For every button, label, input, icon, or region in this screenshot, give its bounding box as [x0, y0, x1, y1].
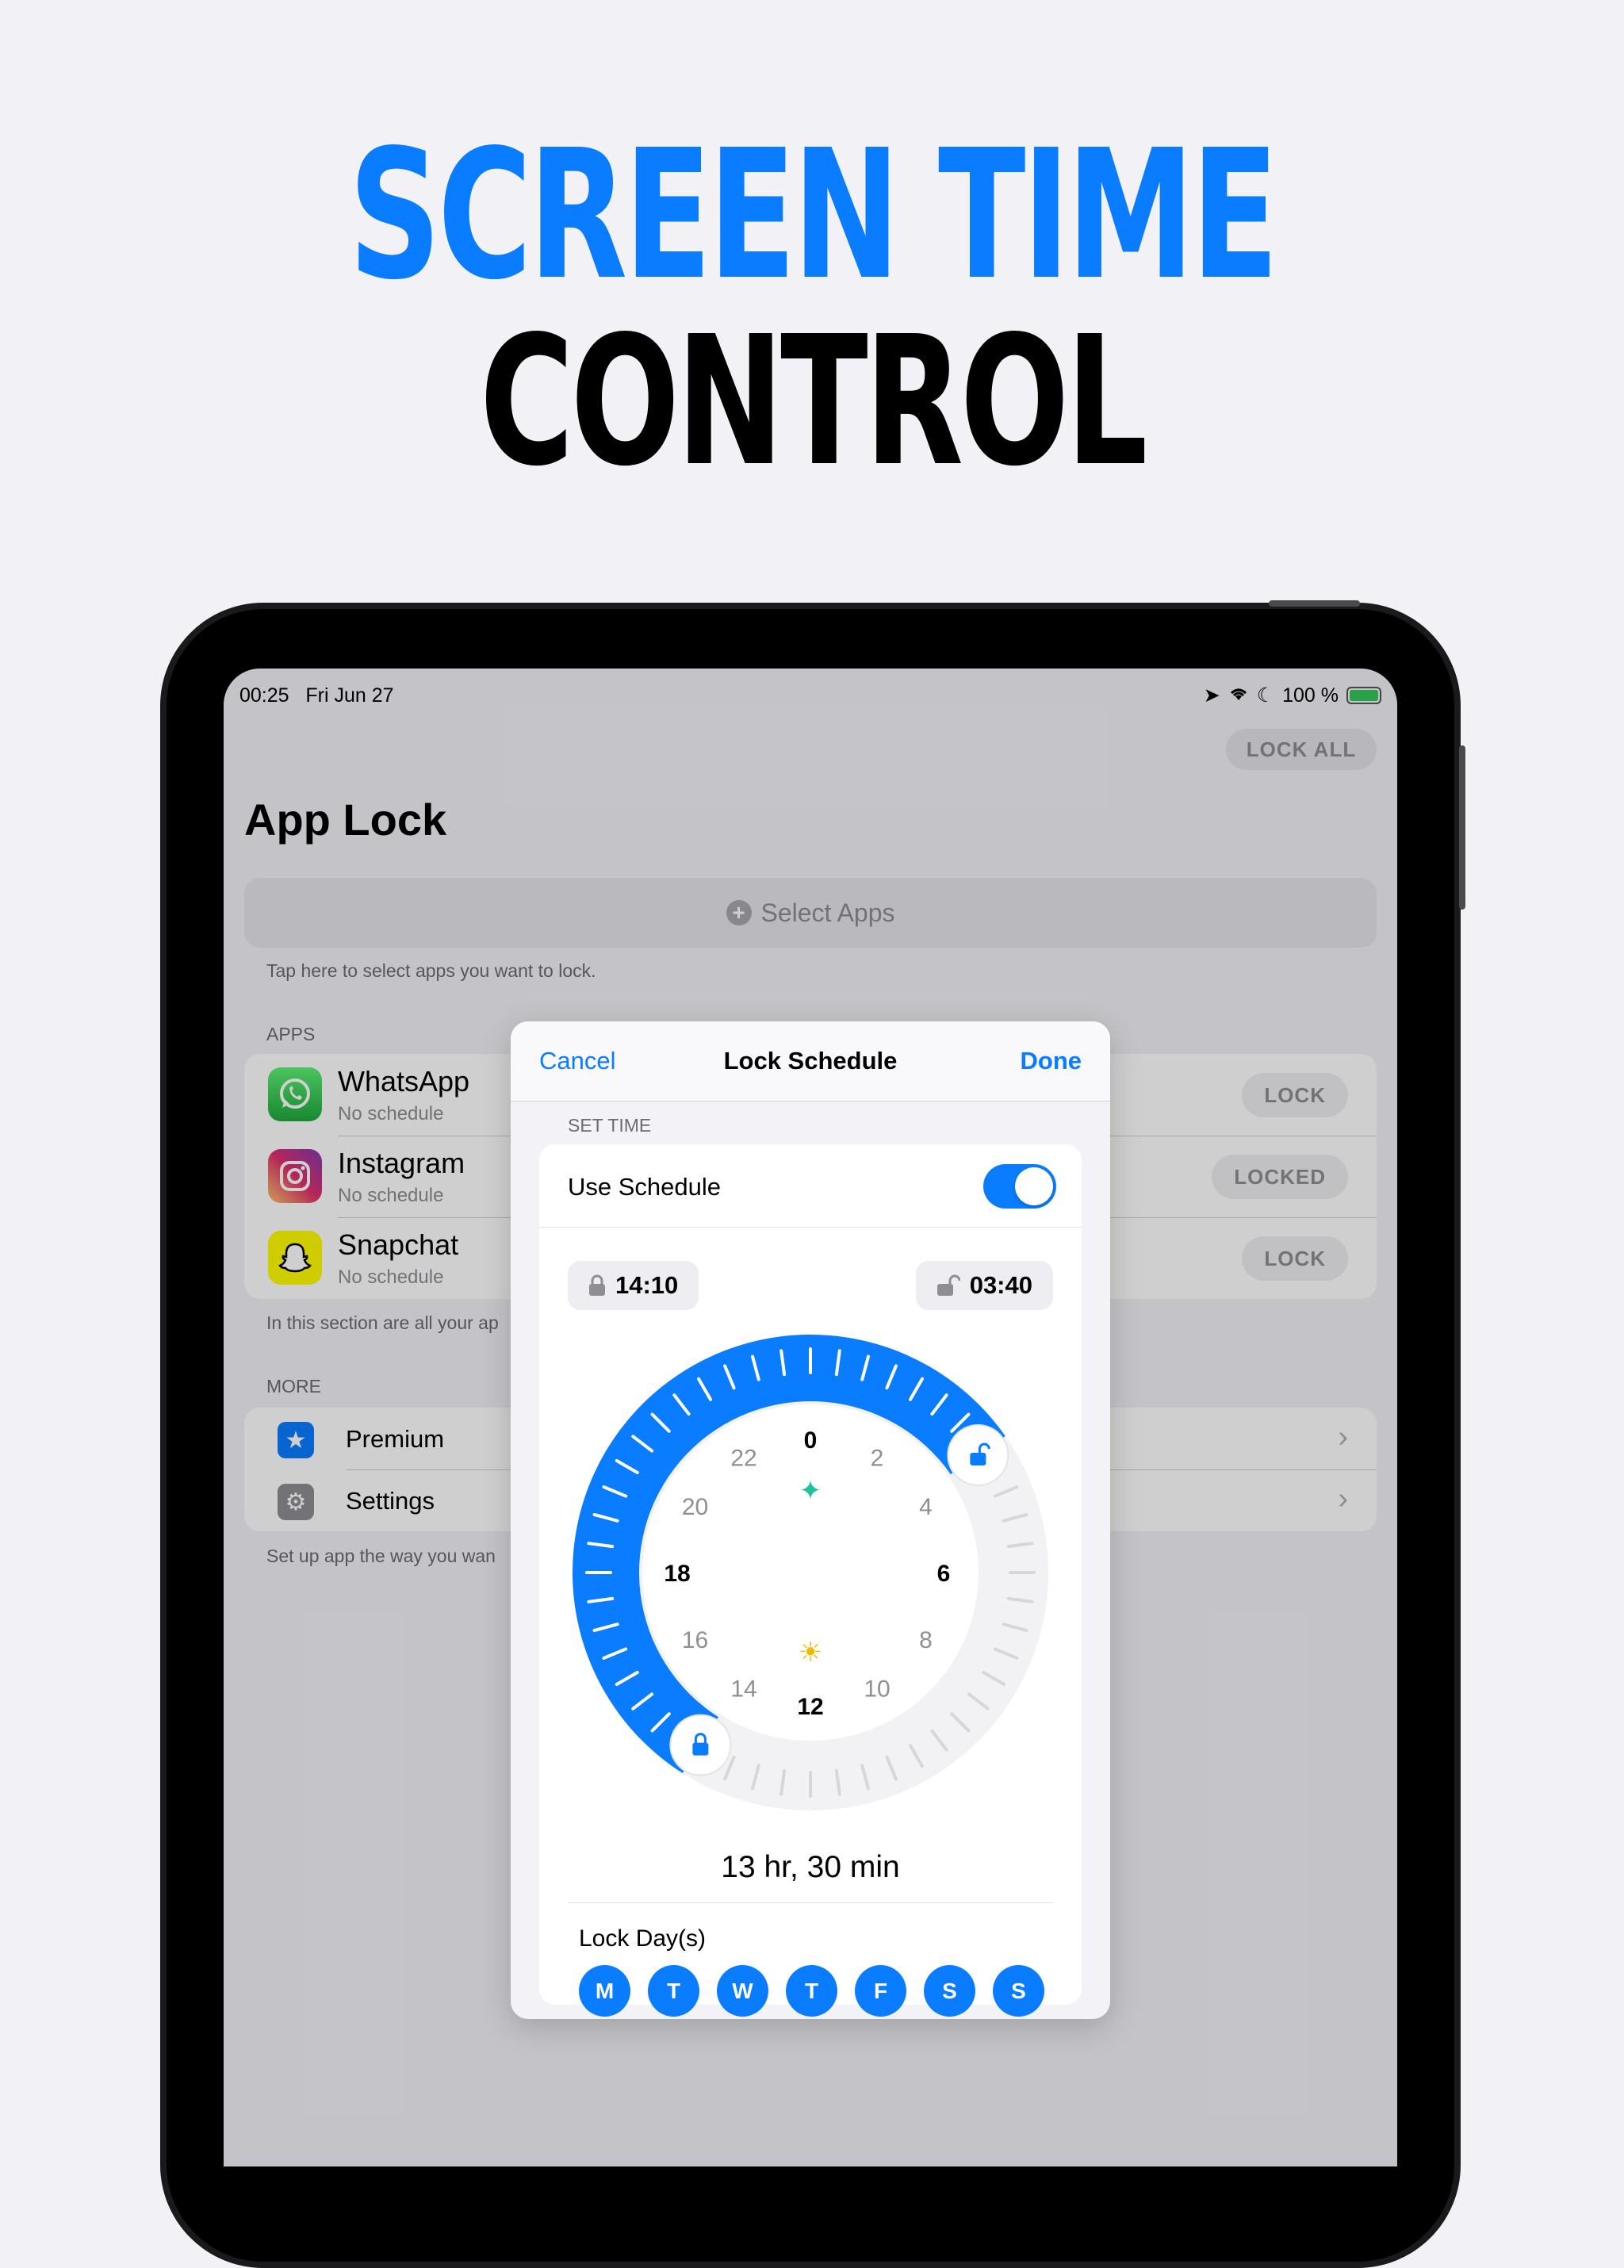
- unlock-time-pill[interactable]: 03:40: [915, 1261, 1053, 1310]
- volume-up-button: [1459, 745, 1465, 841]
- lock-handle[interactable]: [669, 1714, 732, 1776]
- unlock-time: 03:40: [969, 1271, 1032, 1299]
- dial-hour-label: 2: [871, 1446, 884, 1472]
- day-toggle[interactable]: M: [579, 1965, 630, 2017]
- dial-hour-label: 16: [682, 1627, 708, 1653]
- lock-icon: [589, 1274, 605, 1296]
- lock-schedule-sheet: Cancel Lock Schedule Done SET TIME Use S…: [511, 1021, 1110, 2019]
- dial-hour-label: 8: [919, 1627, 933, 1653]
- top-button: [1269, 600, 1360, 607]
- lock-time-pill[interactable]: 14:10: [568, 1261, 699, 1310]
- lock-days-picker: MTWTFSS: [579, 1965, 1044, 2017]
- day-toggle[interactable]: S: [924, 1965, 975, 2017]
- day-toggle[interactable]: F: [855, 1965, 906, 2017]
- dial-hour-label: 18: [664, 1561, 690, 1587]
- day-toggle[interactable]: T: [786, 1965, 837, 2017]
- dial-hour-label: 10: [864, 1676, 890, 1702]
- dial-hour-label: 6: [937, 1561, 951, 1587]
- sheet-navigation-bar: Cancel Lock Schedule Done: [511, 1021, 1110, 1101]
- dial-hour-label: 14: [730, 1676, 756, 1702]
- headline-line-2: CONTROL: [479, 298, 1147, 506]
- cancel-button[interactable]: Cancel: [539, 1047, 616, 1075]
- schedule-card: Use Schedule 14:10 03:40 0 2 4 6 8 10 12 14 16 18…: [539, 1144, 1082, 2017]
- set-time-section-header: SET TIME: [568, 1115, 652, 1136]
- unlock-icon: [936, 1274, 960, 1296]
- volume-down-button: [1459, 834, 1465, 910]
- sparkle-icon: ✦: [799, 1475, 822, 1507]
- dial-hour-label: 4: [919, 1494, 933, 1520]
- use-schedule-toggle[interactable]: [983, 1164, 1056, 1209]
- day-toggle[interactable]: S: [993, 1965, 1044, 2017]
- dial-hour-label: 20: [682, 1494, 708, 1520]
- unlock-handle[interactable]: [947, 1424, 1009, 1487]
- use-schedule-label: Use Schedule: [568, 1173, 722, 1201]
- dial-hour-label: 12: [797, 1694, 823, 1720]
- sun-icon: ☀: [799, 1637, 822, 1668]
- lock-days-label: Lock Day(s): [579, 1925, 707, 1952]
- day-toggle[interactable]: T: [648, 1965, 699, 2017]
- dial-hour-label: 0: [804, 1427, 818, 1454]
- day-toggle[interactable]: W: [717, 1965, 768, 2017]
- done-button[interactable]: Done: [1021, 1047, 1082, 1075]
- dial-hour-label: 22: [730, 1446, 756, 1472]
- schedule-duration: 13 hr, 30 min: [721, 1850, 900, 1884]
- lock-time: 14:10: [615, 1271, 679, 1299]
- dial-face: [642, 1404, 979, 1741]
- schedule-dial[interactable]: 0 2 4 6 8 10 12 14 16 18 20 22 ✦ ☀: [565, 1327, 1056, 1818]
- headline-line-1: SCREEN TIME: [348, 112, 1279, 320]
